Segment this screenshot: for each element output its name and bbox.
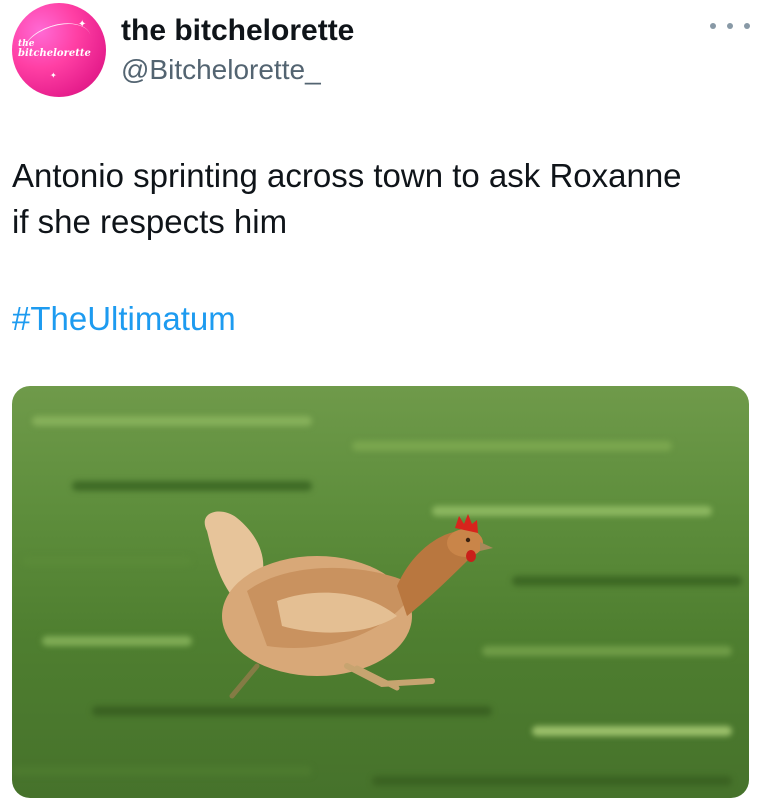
more-dot	[727, 23, 733, 29]
grass-streak	[42, 636, 192, 646]
user-handle[interactable]: @Bitchelorette_	[121, 52, 354, 88]
running-chicken	[204, 511, 493, 699]
more-dot	[710, 23, 716, 29]
tweet-text-line: if she respects him	[12, 203, 288, 240]
avatar-logo-text: the bitchelorette	[18, 39, 91, 59]
sparkle-icon: ✦	[50, 71, 57, 80]
grass-streak	[482, 646, 732, 656]
grass-streak	[72, 481, 312, 491]
more-options-icon[interactable]	[710, 16, 750, 36]
more-dot	[744, 23, 750, 29]
grass-streak	[12, 766, 312, 776]
avatar[interactable]: ✦ ✦ the bitchelorette	[12, 3, 106, 97]
sparkle-icon: ✦	[78, 19, 87, 30]
author-names: the bitchelorette @Bitchelorette_	[121, 12, 354, 88]
hashtag-link[interactable]: #TheUltimatum	[12, 296, 236, 342]
grass-streak	[352, 441, 672, 451]
tweet-text: Antonio sprinting across town to ask Rox…	[12, 153, 752, 245]
grass-streak	[22, 556, 192, 566]
display-name[interactable]: the bitchelorette	[121, 12, 354, 50]
tweet-media-image[interactable]	[12, 386, 749, 798]
tweet-card: ✦ ✦ the bitchelorette the bitchelorette …	[0, 0, 770, 812]
grass-streak	[532, 726, 732, 736]
tweet-text-line: Antonio sprinting across town to ask Rox…	[12, 157, 682, 194]
grass-streak	[32, 416, 312, 426]
grass-streak	[512, 576, 742, 586]
grass-streak	[372, 776, 732, 786]
